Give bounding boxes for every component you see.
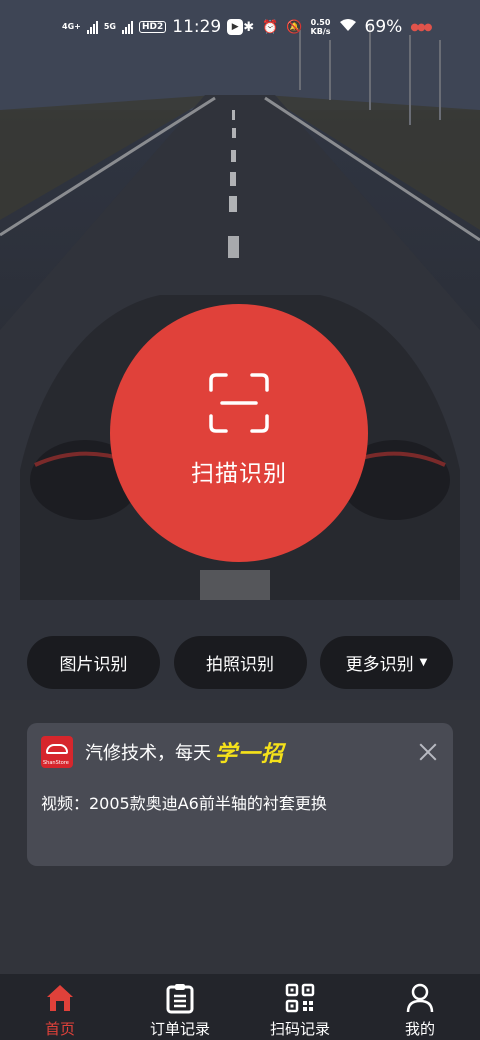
mute-icon: 🔕 [286,19,303,35]
status-bar: 4G+ 5G HD2 11:29 ▶ ✱ ⏰ 🔕 0.50 KB/s 69% ●●… [0,0,480,54]
home-icon [47,985,73,1011]
nav-profile[interactable]: 我的 [360,974,480,1040]
scan-button[interactable]: 扫描识别 [110,304,368,562]
bottom-nav: 首页 订单记录 扫码记录 我的 [0,974,480,1040]
battery-percent: 69% [364,17,403,37]
network-4g-label: 4G+ [62,22,81,31]
scan-frame-icon [209,373,269,433]
user-icon [406,983,434,1013]
hd-voice-icon: HD2 [138,21,167,33]
nav-orders[interactable]: 订单记录 [120,974,240,1040]
battery-icon: ●●● [410,21,432,33]
nav-home[interactable]: 首页 [0,974,120,1040]
video-link[interactable]: 视频：2005款奥迪A6前半轴的衬套更换 [41,790,439,814]
signal-icon [86,20,98,34]
network-speed: 0.50 KB/s [310,18,331,36]
caret-down-icon: ▼ [419,657,428,668]
close-icon[interactable] [417,741,439,763]
qr-code-icon [285,983,315,1013]
nav-scan-history[interactable]: 扫码记录 [240,974,360,1040]
clipboard-icon [166,984,194,1014]
image-recognition-button[interactable]: 图片识别 [27,636,160,689]
quick-actions: 图片识别 拍照识别 更多识别 ▼ [27,636,453,689]
clock: 11:29 [172,17,222,37]
more-recognition-dropdown[interactable]: 更多识别 ▼ [320,636,453,689]
tips-card: ShanStore 汽修技术，每天 学一招 视频：2005款奥迪A6前半轴的衬套… [27,723,453,866]
card-title: 汽修技术，每天 [85,743,211,764]
alarm-icon: ⏰ [262,19,279,35]
network-5g-label: 5G [103,22,116,31]
signal-icon [121,20,133,34]
bluetooth-icon: ✱ [243,19,255,35]
wifi-icon [339,17,357,37]
app-notification-icon: ▶ [227,19,244,35]
card-highlight: 学一招 [215,742,285,767]
brand-logo: ShanStore [41,736,73,768]
scan-label: 扫描识别 [191,461,287,487]
photo-recognition-button[interactable]: 拍照识别 [173,636,307,689]
